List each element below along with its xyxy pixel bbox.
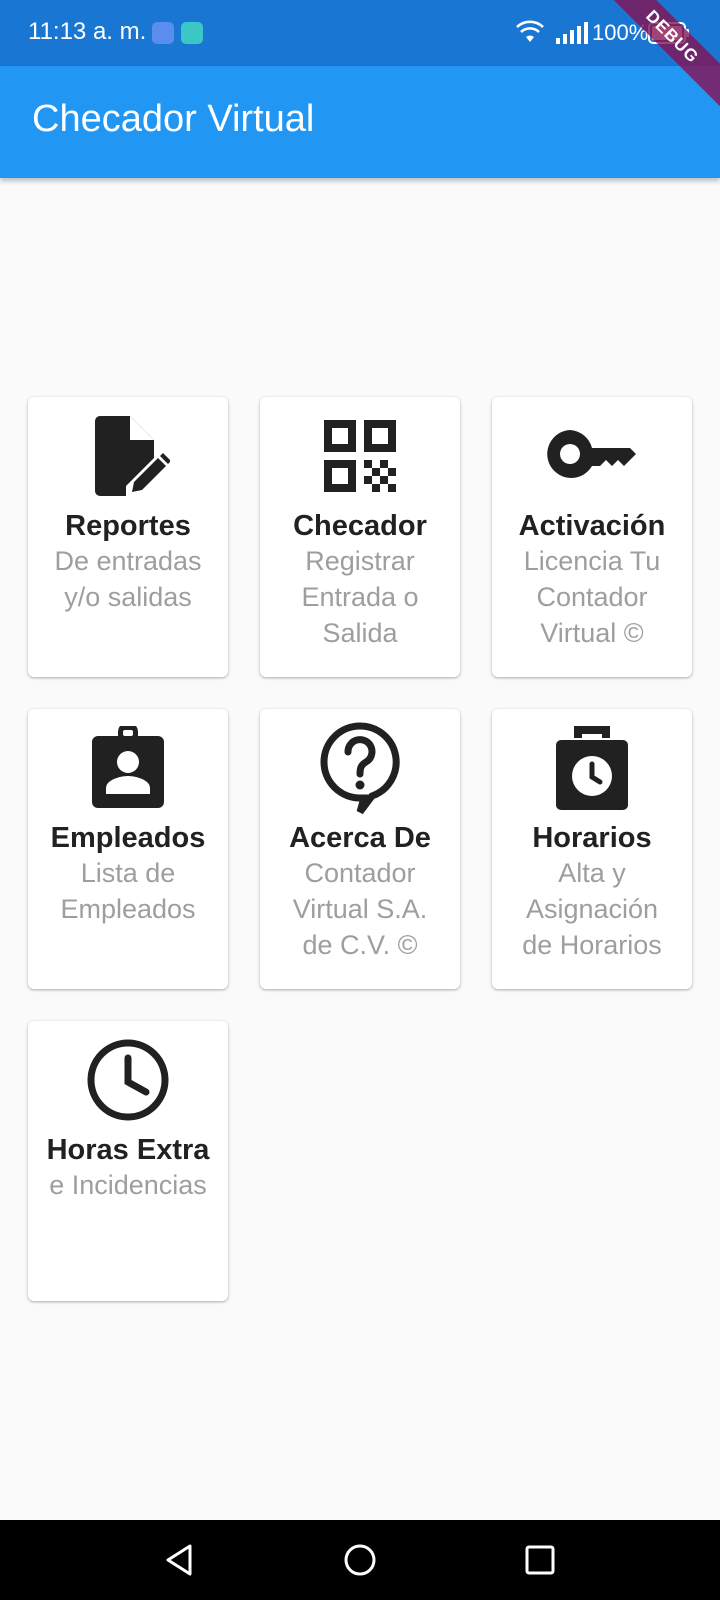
menu-card-reportes[interactable]: Reportes De entradas y/o salidas bbox=[28, 397, 228, 677]
back-icon[interactable] bbox=[160, 1540, 200, 1580]
menu-card-subtitle: De entradas y/o salidas bbox=[54, 546, 202, 612]
home-icon[interactable] bbox=[340, 1540, 380, 1580]
menu-card-subtitle: Licencia Tu Contador Virtual © bbox=[523, 546, 661, 648]
work-history-icon bbox=[556, 726, 628, 810]
menu-card-subtitle: Alta y Asignación de Horarios bbox=[522, 858, 662, 960]
usb-notification-icon bbox=[181, 22, 203, 44]
menu-card-subtitle: Contador Virtual S.A. de C.V. © bbox=[292, 858, 428, 960]
wifi-icon bbox=[516, 20, 544, 42]
app-bar: Checador Virtual bbox=[0, 66, 720, 178]
menu-card-horarios[interactable]: Horarios Alta y Asignación de Horarios bbox=[492, 709, 692, 989]
menu-card-activacion[interactable]: Activación Licencia Tu Contador Virtual … bbox=[492, 397, 692, 677]
menu-card-title: Empleados bbox=[50, 822, 206, 854]
status-time: 11:13 a. m. bbox=[28, 18, 147, 45]
menu-card-title: Reportes bbox=[65, 510, 191, 542]
badge-icon bbox=[92, 726, 164, 808]
menu-card-acerca-de[interactable]: Acerca De Contador Virtual S.A. de C.V. … bbox=[260, 709, 460, 989]
system-navigation-bar bbox=[0, 1520, 720, 1600]
notification-app-icon bbox=[152, 22, 174, 44]
menu-card-subtitle: Lista de Empleados bbox=[60, 858, 196, 924]
menu-card-empleados[interactable]: Empleados Lista de Empleados bbox=[28, 709, 228, 989]
menu-card-title: Horas Extra bbox=[46, 1134, 210, 1166]
clock-icon bbox=[87, 1039, 169, 1121]
menu-card-title: Activación bbox=[518, 510, 666, 542]
qr-code-icon bbox=[324, 420, 396, 492]
menu-card-title: Horarios bbox=[532, 822, 652, 854]
key-icon bbox=[547, 430, 636, 478]
menu-card-subtitle: e Incidencias bbox=[49, 1170, 207, 1200]
app-title: Checador Virtual bbox=[32, 98, 315, 140]
menu-card-checador[interactable]: Checador Registrar Entrada o Salida bbox=[260, 397, 460, 677]
help-icon bbox=[320, 722, 400, 814]
menu-grid: Reportes De entradas y/o salidas Checado… bbox=[28, 397, 694, 1301]
status-bar: 11:13 a. m. 100% bbox=[0, 0, 720, 66]
menu-card-title: Acerca De bbox=[289, 822, 431, 854]
edit-document-icon bbox=[95, 416, 170, 496]
recent-apps-icon[interactable] bbox=[520, 1540, 560, 1580]
menu-card-horas-extra[interactable]: Horas Extra e Incidencias bbox=[28, 1021, 228, 1301]
menu-card-title: Checador bbox=[293, 510, 427, 542]
signal-icon bbox=[556, 22, 588, 44]
menu-card-subtitle: Registrar Entrada o Salida bbox=[301, 546, 419, 648]
